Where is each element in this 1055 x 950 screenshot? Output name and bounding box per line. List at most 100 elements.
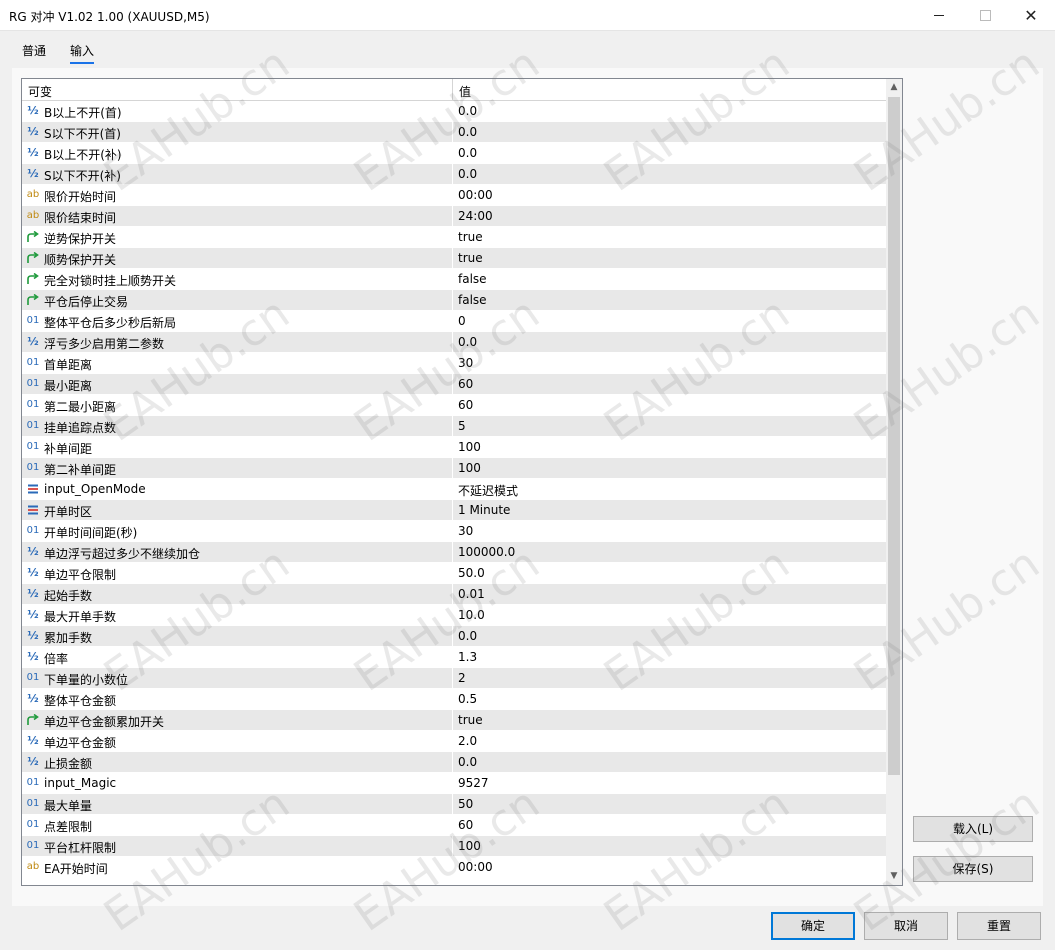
parameter-value[interactable]: true	[458, 713, 483, 727]
parameter-value[interactable]: 60	[458, 818, 473, 832]
parameter-value[interactable]: 不延迟模式	[458, 482, 518, 499]
parameter-value[interactable]: 60	[458, 377, 473, 391]
parameter-value[interactable]: 50	[458, 797, 473, 811]
parameter-value[interactable]: false	[458, 293, 487, 307]
double-icon: ½	[27, 104, 39, 117]
parameter-value[interactable]: 10.0	[458, 608, 485, 622]
grid-row[interactable]: input_OpenMode 不延迟模式	[22, 479, 886, 500]
grid-row[interactable]: 01 点差限制 60	[22, 815, 886, 836]
close-button[interactable]: ✕	[1008, 0, 1054, 30]
cancel-button[interactable]: 取消	[864, 912, 948, 940]
grid-row[interactable]: 01 下单量的小数位 2	[22, 668, 886, 689]
cell-divider	[452, 206, 453, 227]
parameter-value[interactable]: 30	[458, 524, 473, 538]
parameter-value[interactable]: 1.3	[458, 650, 477, 664]
grid-row[interactable]: 平仓后停止交易 false	[22, 290, 886, 311]
parameter-name: EA开始时间	[44, 862, 108, 876]
parameter-value[interactable]: true	[458, 251, 483, 265]
cell-divider	[452, 605, 453, 626]
parameter-value[interactable]: 00:00	[458, 188, 493, 202]
grid-row[interactable]: ½ B以上不开(首) 0.0	[22, 101, 886, 122]
grid-row[interactable]: ab 限价开始时间 00:00	[22, 185, 886, 206]
grid-row[interactable]: 01 挂单追踪点数 5	[22, 416, 886, 437]
ok-button[interactable]: 确定	[771, 912, 855, 940]
grid-row[interactable]: ½ B以上不开(补) 0.0	[22, 143, 886, 164]
grid-row[interactable]: 单边平仓金额累加开关 true	[22, 710, 886, 731]
grid-row[interactable]: ½ 浮亏多少启用第二参数 0.0	[22, 332, 886, 353]
parameter-value[interactable]: 0.0	[458, 755, 477, 769]
parameter-name: 限价开始时间	[44, 190, 117, 204]
grid-row[interactable]: 逆势保护开关 true	[22, 227, 886, 248]
grid-row[interactable]: 完全对锁时挂上顺势开关 false	[22, 269, 886, 290]
grid-row[interactable]: ½ 单边平仓限制 50.0	[22, 563, 886, 584]
grid-row[interactable]: ½ S以下不开(补) 0.0	[22, 164, 886, 185]
parameter-value[interactable]: 0.0	[458, 125, 477, 139]
parameter-name: B以上不开(补)	[44, 148, 122, 162]
parameter-value[interactable]: 0.0	[458, 146, 477, 160]
grid-row[interactable]: 01 input_Magic 9527	[22, 773, 886, 794]
load-button[interactable]: 载入(L)	[913, 816, 1033, 842]
parameter-value[interactable]: 2	[458, 671, 466, 685]
column-header-variable[interactable]: 可变	[28, 83, 52, 100]
parameter-value[interactable]: true	[458, 230, 483, 244]
parameter-value[interactable]: 1 Minute	[458, 503, 510, 517]
parameter-value[interactable]: 00:00	[458, 860, 493, 874]
column-header-value[interactable]: 值	[459, 83, 471, 100]
grid-row[interactable]: 开单时区 1 Minute	[22, 500, 886, 521]
cell-divider	[452, 794, 453, 815]
grid-row[interactable]: 顺势保护开关 true	[22, 248, 886, 269]
parameter-value[interactable]: 0.0	[458, 629, 477, 643]
scrollbar-thumb[interactable]	[888, 97, 900, 775]
grid-row[interactable]: ½ S以下不开(首) 0.0	[22, 122, 886, 143]
grid-row[interactable]: ab EA开始时间 00:00	[22, 857, 886, 878]
parameter-value[interactable]: 9527	[458, 776, 489, 790]
parameter-value[interactable]: false	[458, 272, 487, 286]
column-divider[interactable]	[452, 79, 453, 101]
parameter-value[interactable]: 0.5	[458, 692, 477, 706]
parameter-value[interactable]: 50.0	[458, 566, 485, 580]
grid-row[interactable]: ½ 累加手数 0.0	[22, 626, 886, 647]
parameter-value[interactable]: 2.0	[458, 734, 477, 748]
grid-row[interactable]: 01 最大单量 50	[22, 794, 886, 815]
grid-row[interactable]: 01 平台杠杆限制 100	[22, 836, 886, 857]
tab-common[interactable]: 普通	[22, 42, 46, 59]
parameter-value[interactable]: 60	[458, 398, 473, 412]
grid-row[interactable]: 01 最小距离 60	[22, 374, 886, 395]
grid-row[interactable]: ½ 止损金额 0.0	[22, 752, 886, 773]
grid-row[interactable]: ½ 最大开单手数 10.0	[22, 605, 886, 626]
parameter-value[interactable]: 24:00	[458, 209, 493, 223]
parameter-value[interactable]: 0.0	[458, 167, 477, 181]
parameter-value[interactable]: 100	[458, 461, 481, 475]
parameter-value[interactable]: 100	[458, 440, 481, 454]
grid-row[interactable]: ½ 单边平仓金额 2.0	[22, 731, 886, 752]
parameter-value[interactable]: 0.0	[458, 104, 477, 118]
grid-row[interactable]: ab 限价结束时间 24:00	[22, 206, 886, 227]
grid-row[interactable]: ½ 单边浮亏超过多少不继续加仓 100000.0	[22, 542, 886, 563]
grid-row[interactable]: 01 开单时间间距(秒) 30	[22, 521, 886, 542]
maximize-button[interactable]	[962, 0, 1008, 30]
reset-button[interactable]: 重置	[957, 912, 1041, 940]
parameter-value[interactable]: 5	[458, 419, 466, 433]
parameter-value[interactable]: 0.0	[458, 335, 477, 349]
vertical-scrollbar[interactable]: ▲ ▼	[886, 79, 902, 885]
grid-row[interactable]: 01 补单间距 100	[22, 437, 886, 458]
scroll-down-icon[interactable]: ▼	[886, 868, 902, 885]
parameter-value[interactable]: 100	[458, 839, 481, 853]
parameter-value[interactable]: 100000.0	[458, 545, 515, 559]
scroll-up-icon[interactable]: ▲	[886, 79, 902, 96]
minimize-button[interactable]	[916, 0, 962, 30]
parameter-name: 第二补单间距	[44, 463, 117, 477]
tab-inputs[interactable]: 输入	[70, 42, 94, 59]
grid-row[interactable]: ½ 起始手数 0.01	[22, 584, 886, 605]
grid-row[interactable]: 01 首单距离 30	[22, 353, 886, 374]
grid-row[interactable]: 01 第二最小距离 60	[22, 395, 886, 416]
parameter-value[interactable]: 0.01	[458, 587, 485, 601]
grid-row[interactable]: ½ 整体平仓金额 0.5	[22, 689, 886, 710]
grid-row[interactable]: 01 整体平仓后多少秒后新局 0	[22, 311, 886, 332]
grid-row[interactable]: ½ 倍率 1.3	[22, 647, 886, 668]
save-button[interactable]: 保存(S)	[913, 856, 1033, 882]
parameter-value[interactable]: 30	[458, 356, 473, 370]
parameter-value[interactable]: 0	[458, 314, 466, 328]
cell-divider	[452, 626, 453, 647]
grid-row[interactable]: 01 第二补单间距 100	[22, 458, 886, 479]
